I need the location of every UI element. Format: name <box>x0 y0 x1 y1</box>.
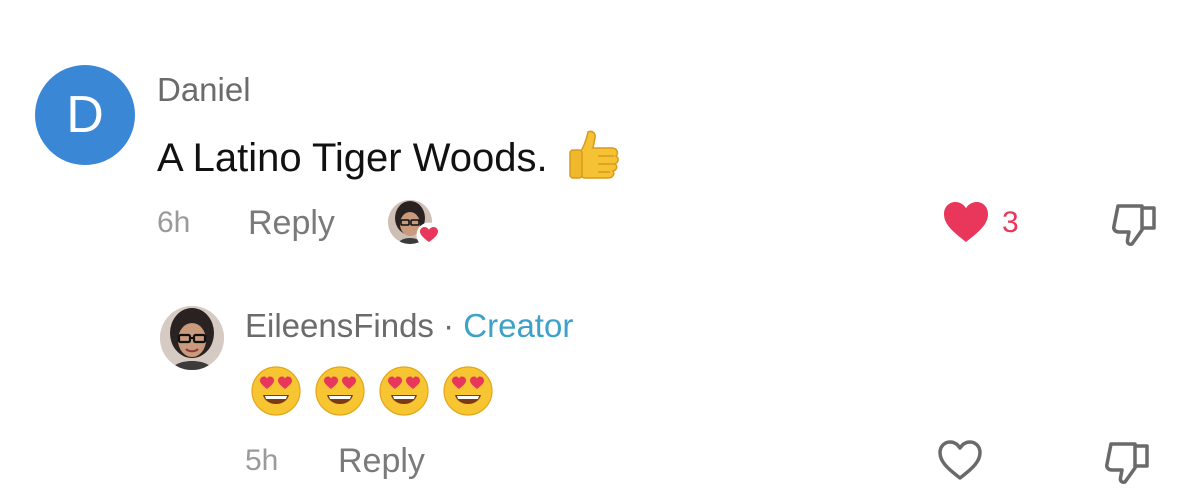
heart-eyes-icon <box>250 365 306 422</box>
heart-outline-icon[interactable] <box>936 438 984 487</box>
creator-badge: Creator <box>463 307 574 344</box>
thumbs-down-icon[interactable] <box>1110 200 1160 253</box>
comment-body: A Latino Tiger Woods. <box>157 128 620 187</box>
heart-eyes-icon <box>314 365 370 422</box>
creator-liked-indicator <box>388 200 444 250</box>
thumbs-up-icon <box>568 128 620 187</box>
reply-text <box>250 365 498 422</box>
reply-username[interactable]: EileensFinds <box>245 307 434 344</box>
reply-button[interactable]: Reply <box>248 203 335 243</box>
heart-filled-icon[interactable] <box>942 200 990 249</box>
reply-button[interactable]: Reply <box>338 441 425 481</box>
comment-text: A Latino Tiger Woods. <box>157 135 548 180</box>
like-count: 3 <box>1002 206 1019 239</box>
thumbs-down-icon[interactable] <box>1103 438 1153 491</box>
reply-timestamp: 5h <box>245 444 279 477</box>
comment-timestamp: 6h <box>157 206 191 239</box>
separator: · <box>443 307 455 344</box>
heart-eyes-icon <box>442 365 498 422</box>
heart-badge-icon <box>416 222 442 253</box>
avatar[interactable]: D <box>35 65 135 165</box>
reply-header: EileensFinds · Creator <box>245 306 573 346</box>
heart-eyes-icon <box>378 365 434 422</box>
avatar[interactable] <box>160 306 224 370</box>
comment-username[interactable]: Daniel <box>157 70 251 110</box>
